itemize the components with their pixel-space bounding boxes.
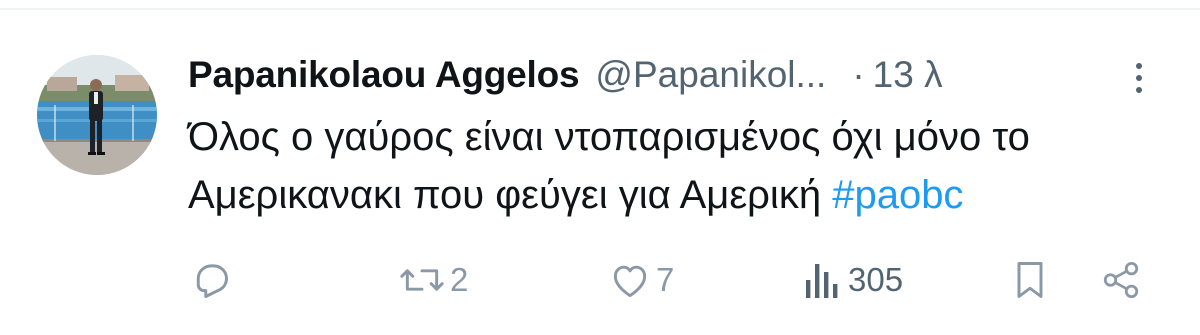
tweet-text-line: Αμερικανακι που φεύγει για Αμερική #paob… xyxy=(188,166,1178,224)
reply-button[interactable] xyxy=(190,252,238,308)
tweet-text-line: Όλος ο γαύρος είναι ντοπαρισμένος όχι μό… xyxy=(188,115,1030,159)
more-dot xyxy=(1136,87,1142,93)
hashtag-link[interactable]: #paobc xyxy=(832,173,963,217)
action-bar: 2 7 305 xyxy=(0,252,1200,308)
retweet-icon xyxy=(398,258,446,302)
more-dot xyxy=(1136,63,1142,69)
tweet[interactable]: Papanikolaou Aggelos @Papanikol... · 13 … xyxy=(0,0,1200,335)
avatar[interactable] xyxy=(37,55,157,175)
tweet-text-segment: Αμερικανακι που φεύγει για Αμερική xyxy=(188,173,822,217)
views-icon xyxy=(806,260,838,300)
tweet-header: Papanikolaou Aggelos @Papanikol... · 13 … xyxy=(188,52,943,98)
like-count: 7 xyxy=(656,261,675,298)
user-handle[interactable]: @Papanikol... xyxy=(595,54,826,96)
timestamp[interactable]: 13 λ xyxy=(873,54,943,96)
views-count: 305 xyxy=(848,261,904,298)
more-icon[interactable] xyxy=(1124,56,1154,100)
retweet-button[interactable]: 2 xyxy=(398,252,468,308)
tweet-text: Όλος ο γαύρος είναι ντοπαρισμένος όχι μό… xyxy=(188,108,1178,224)
reply-icon xyxy=(190,258,234,302)
bookmark-button[interactable] xyxy=(1012,252,1048,308)
retweet-count: 2 xyxy=(450,261,469,298)
heart-icon xyxy=(608,258,652,302)
like-button[interactable]: 7 xyxy=(608,252,674,308)
views-button[interactable]: 305 xyxy=(806,252,903,308)
share-button[interactable] xyxy=(1100,252,1142,308)
share-icon xyxy=(1100,258,1142,302)
display-name[interactable]: Papanikolaou Aggelos xyxy=(188,54,580,96)
more-dot xyxy=(1136,75,1142,81)
bookmark-icon xyxy=(1012,258,1048,302)
separator-dot: · xyxy=(852,54,865,95)
